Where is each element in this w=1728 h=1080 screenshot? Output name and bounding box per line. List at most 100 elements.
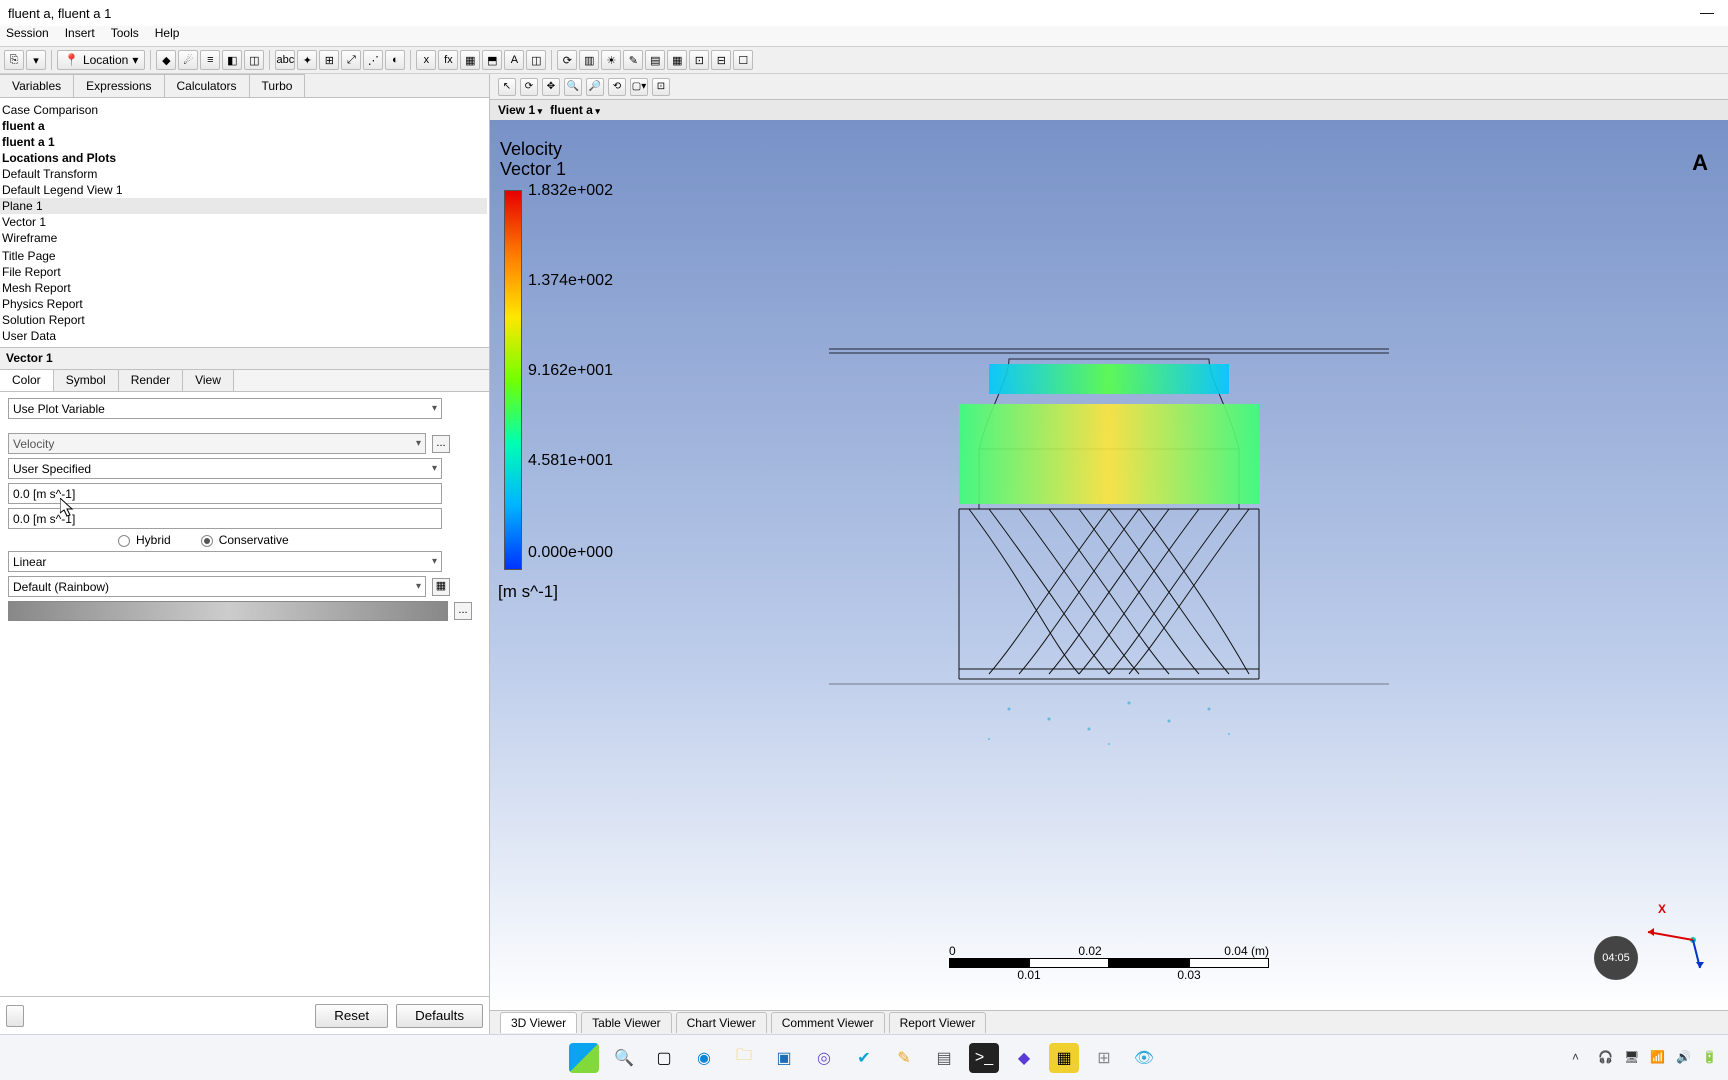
system-tray[interactable]: ˄ 🎧 🖥 📶 🔊 🔋 — [1572, 1050, 1718, 1066]
tab-chart-viewer[interactable]: Chart Viewer — [676, 1012, 767, 1033]
max-input[interactable]: 0.0 [m s^-1] — [8, 508, 442, 529]
toolbar-btn-2[interactable]: ▾ — [26, 50, 46, 70]
edge-icon[interactable]: ◉ — [689, 1043, 719, 1073]
toolbar-btn-v[interactable]: ▤ — [645, 50, 665, 70]
toolbar-btn-c[interactable]: ≡ — [200, 50, 220, 70]
app-icon-4[interactable]: ▤ — [929, 1043, 959, 1073]
vp-refresh-icon[interactable]: ⟳ — [520, 78, 538, 96]
windows-taskbar[interactable]: 🔍 ▢ ◉ 🗀 ▣ ◎ ✔ ✎ ▤ >_ ◆ ▦ ⊞ 👁 ˄ 🎧 🖥 📶 🔊 🔋 — [0, 1034, 1728, 1080]
axis-triad[interactable] — [1638, 900, 1708, 970]
toolbar-btn-f[interactable]: abc — [275, 50, 295, 70]
tree-item[interactable]: Default Legend View 1 — [0, 182, 487, 198]
app-icon-8[interactable]: ⊞ — [1089, 1043, 1119, 1073]
toolbar-btn-i[interactable]: ⤢ — [341, 50, 361, 70]
menu-insert[interactable]: Insert — [65, 26, 95, 46]
tab-symbol[interactable]: Symbol — [54, 370, 119, 391]
toolbar-btn-w[interactable]: ▦ — [667, 50, 687, 70]
scale-select[interactable]: Linear — [8, 551, 442, 572]
app-icon-1[interactable]: ◎ — [809, 1043, 839, 1073]
defaults-button[interactable]: Defaults — [396, 1004, 483, 1028]
app-icon-7[interactable]: ▦ — [1049, 1043, 1079, 1073]
toolbar-btn-m[interactable]: fx — [438, 50, 458, 70]
tree-item[interactable]: Wireframe — [0, 230, 487, 246]
toolbar-btn-o[interactable]: ⬒ — [482, 50, 502, 70]
reset-button[interactable]: Reset — [315, 1004, 388, 1028]
tree-item[interactable]: Locations and Plots — [0, 150, 487, 166]
toolbar-btn-a[interactable]: ◆ — [156, 50, 176, 70]
toolbar-btn-s[interactable]: ▥ — [579, 50, 599, 70]
app-icon-2[interactable]: ✔ — [849, 1043, 879, 1073]
vp-zoomin-icon[interactable]: 🔍 — [564, 78, 582, 96]
toolbar-btn-z[interactable]: ☐ — [733, 50, 753, 70]
toolbar-btn-t[interactable]: ☀ — [601, 50, 621, 70]
start-button[interactable] — [569, 1043, 599, 1073]
toolbar-btn-p[interactable]: A — [504, 50, 524, 70]
outline-tree[interactable]: Case Comparisonfluent afluent a 1Locatio… — [0, 98, 489, 348]
toolbar-btn-g[interactable]: ✦ — [297, 50, 317, 70]
3d-scene[interactable]: Velocity Vector 1 1.832e+002 1.374e+002 … — [490, 120, 1728, 1010]
tab-calculators[interactable]: Calculators — [165, 74, 250, 97]
tree-item[interactable]: Mesh Report — [0, 280, 487, 296]
apply-button[interactable] — [6, 1005, 24, 1027]
menu-session[interactable]: Session — [6, 26, 49, 46]
tray-monitor-icon[interactable]: 🖥 — [1624, 1050, 1640, 1066]
radio-conservative[interactable]: Conservative — [201, 533, 289, 547]
tab-comment-viewer[interactable]: Comment Viewer — [771, 1012, 885, 1033]
tree-item[interactable]: fluent a — [0, 118, 487, 134]
tab-variables[interactable]: Variables — [0, 74, 74, 97]
tree-item[interactable]: Default Transform — [0, 166, 487, 182]
tray-wifi-icon[interactable]: 📶 — [1650, 1050, 1666, 1066]
toolbar-btn-h[interactable]: ⊞ — [319, 50, 339, 70]
tree-item[interactable]: Vector 1 — [0, 214, 487, 230]
toolbar-btn-k[interactable]: ◐ — [385, 50, 405, 70]
tab-render[interactable]: Render — [119, 370, 183, 391]
tab-table-viewer[interactable]: Table Viewer — [581, 1012, 671, 1033]
tree-item[interactable]: User Data — [0, 328, 487, 344]
tree-item[interactable]: fluent a 1 — [0, 134, 487, 150]
toolbar-btn-e[interactable]: ◫ — [244, 50, 264, 70]
tab-view[interactable]: View — [183, 370, 234, 391]
tab-expressions[interactable]: Expressions — [74, 74, 164, 97]
vp-more-icon[interactable]: ▢▾ — [630, 78, 648, 96]
toolbar-btn-d[interactable]: ◧ — [222, 50, 242, 70]
tray-headset-icon[interactable]: 🎧 — [1598, 1050, 1614, 1066]
vp-zoomout-icon[interactable]: 🔎 — [586, 78, 604, 96]
menu-help[interactable]: Help — [155, 26, 180, 46]
app-icon-9[interactable]: 👁 — [1129, 1043, 1159, 1073]
toolbar-btn-j[interactable]: ⋰ — [363, 50, 383, 70]
case-name-dropdown[interactable]: fluent a — [550, 103, 600, 117]
tree-item[interactable]: Title Page — [0, 248, 487, 264]
toolbar-btn-u[interactable]: ✎ — [623, 50, 643, 70]
toolbar-btn-x[interactable]: ⊡ — [689, 50, 709, 70]
tree-item[interactable]: Plane 1 — [0, 198, 487, 214]
toolbar-btn-l[interactable]: x — [416, 50, 436, 70]
view-name-dropdown[interactable]: View 1 — [498, 103, 542, 117]
toolbar-btn-q[interactable]: ◫ — [526, 50, 546, 70]
range-select[interactable]: User Specified — [8, 458, 442, 479]
tab-color[interactable]: Color — [0, 370, 54, 391]
app-icon-3[interactable]: ✎ — [889, 1043, 919, 1073]
tray-volume-icon[interactable]: 🔊 — [1676, 1050, 1692, 1066]
tree-item[interactable]: File Report — [0, 264, 487, 280]
tree-item[interactable]: Solution Report — [0, 312, 487, 328]
minimize-button[interactable]: — — [1692, 4, 1722, 20]
location-dropdown[interactable]: 📍Location▾ — [57, 50, 145, 70]
radio-hybrid[interactable]: Hybrid — [118, 533, 171, 547]
vp-fit-icon[interactable]: ✥ — [542, 78, 560, 96]
toolbar-btn-n[interactable]: ▦ — [460, 50, 480, 70]
colormap-select[interactable]: Default (Rainbow) — [8, 576, 426, 597]
taskview-icon[interactable]: ▢ — [649, 1043, 679, 1073]
vp-rotate-icon[interactable]: ⟲ — [608, 78, 626, 96]
tree-item[interactable]: Case Comparison — [0, 102, 487, 118]
mode-select[interactable]: Use Plot Variable — [8, 398, 442, 419]
menu-tools[interactable]: Tools — [111, 26, 139, 46]
explorer-icon[interactable]: 🗀 — [729, 1043, 759, 1073]
colormap-more-button[interactable]: ... — [454, 602, 472, 620]
vp-probe-icon[interactable]: ⊡ — [652, 78, 670, 96]
store-icon[interactable]: ▣ — [769, 1043, 799, 1073]
variable-more-button[interactable]: ... — [432, 435, 450, 453]
tray-battery-icon[interactable]: 🔋 — [1702, 1050, 1718, 1066]
tab-report-viewer[interactable]: Report Viewer — [889, 1012, 987, 1033]
toolbar-btn-b[interactable]: ☄ — [178, 50, 198, 70]
colormap-edit-button[interactable]: ▦ — [432, 578, 450, 596]
